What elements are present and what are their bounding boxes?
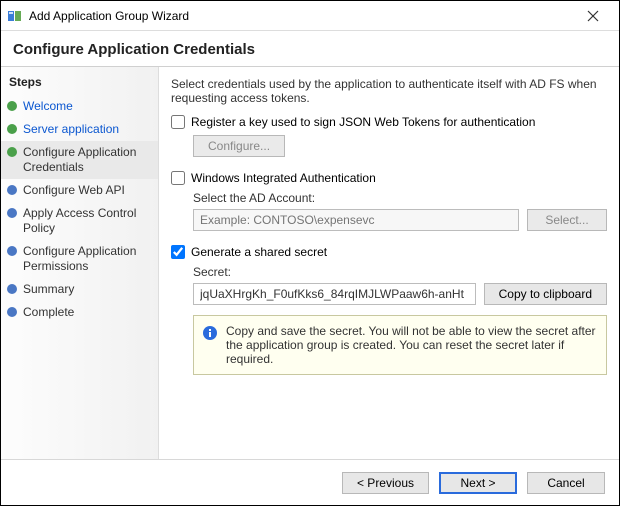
step-list: Welcome Server application Configure App…: [1, 95, 158, 324]
step-server-application[interactable]: Server application: [1, 118, 158, 141]
select-ad-account-button[interactable]: Select...: [527, 209, 607, 231]
step-bullet-icon: [7, 284, 17, 294]
register-jwt-label: Register a key used to sign JSON Web Tok…: [191, 115, 535, 129]
titlebar: Add Application Group Wizard: [1, 1, 619, 31]
step-label: Welcome: [23, 99, 73, 114]
next-button[interactable]: Next >: [439, 472, 517, 494]
main-panel: Select credentials used by the applicati…: [159, 67, 619, 459]
ad-account-input[interactable]: [193, 209, 519, 231]
step-label: Server application: [23, 122, 119, 137]
step-summary[interactable]: Summary: [1, 278, 158, 301]
wizard-window: Add Application Group Wizard Configure A…: [0, 0, 620, 506]
secret-sublabel: Secret:: [193, 265, 607, 279]
wizard-footer: < Previous Next > Cancel: [1, 459, 619, 505]
step-label: Summary: [23, 282, 74, 297]
wizard-header: Configure Application Credentials: [1, 31, 619, 67]
app-icon: [7, 8, 23, 24]
step-access-control-policy[interactable]: Apply Access Control Policy: [1, 202, 158, 240]
wia-section: Windows Integrated Authentication Select…: [171, 171, 607, 231]
secret-input[interactable]: [193, 283, 476, 305]
close-button[interactable]: [573, 2, 613, 30]
register-jwt-section: Register a key used to sign JSON Web Tok…: [171, 115, 607, 157]
step-bullet-icon: [7, 185, 17, 195]
step-configure-credentials[interactable]: Configure Application Credentials: [1, 141, 158, 179]
step-label: Configure Application Permissions: [23, 244, 152, 274]
step-bullet-icon: [7, 147, 17, 157]
step-bullet-icon: [7, 307, 17, 317]
page-title: Configure Application Credentials: [13, 41, 607, 58]
step-welcome[interactable]: Welcome: [1, 95, 158, 118]
step-label: Configure Web API: [23, 183, 125, 198]
secret-info-text: Copy and save the secret. You will not b…: [226, 324, 598, 366]
shared-secret-section: Generate a shared secret Secret: Copy to…: [171, 245, 607, 375]
step-complete[interactable]: Complete: [1, 301, 158, 324]
intro-text: Select credentials used by the applicati…: [171, 77, 607, 105]
window-title: Add Application Group Wizard: [29, 9, 573, 23]
previous-button[interactable]: < Previous: [342, 472, 429, 494]
step-bullet-icon: [7, 101, 17, 111]
step-label: Complete: [23, 305, 74, 320]
step-bullet-icon: [7, 208, 17, 218]
shared-secret-checkbox[interactable]: [171, 245, 185, 259]
configure-jwt-button[interactable]: Configure...: [193, 135, 285, 157]
copy-secret-button[interactable]: Copy to clipboard: [484, 283, 607, 305]
shared-secret-label: Generate a shared secret: [191, 245, 327, 259]
steps-title: Steps: [1, 73, 158, 95]
register-jwt-checkbox[interactable]: [171, 115, 185, 129]
step-configure-permissions[interactable]: Configure Application Permissions: [1, 240, 158, 278]
step-bullet-icon: [7, 246, 17, 256]
step-label: Configure Application Credentials: [23, 145, 152, 175]
info-icon: [202, 325, 218, 344]
step-configure-web-api[interactable]: Configure Web API: [1, 179, 158, 202]
cancel-button[interactable]: Cancel: [527, 472, 605, 494]
wia-sublabel: Select the AD Account:: [193, 191, 607, 205]
step-label: Apply Access Control Policy: [23, 206, 152, 236]
close-icon: [587, 10, 599, 22]
secret-info-box: Copy and save the secret. You will not b…: [193, 315, 607, 375]
steps-sidebar: Steps Welcome Server application Configu…: [1, 67, 159, 459]
wia-checkbox[interactable]: [171, 171, 185, 185]
step-bullet-icon: [7, 124, 17, 134]
wia-label: Windows Integrated Authentication: [191, 171, 376, 185]
